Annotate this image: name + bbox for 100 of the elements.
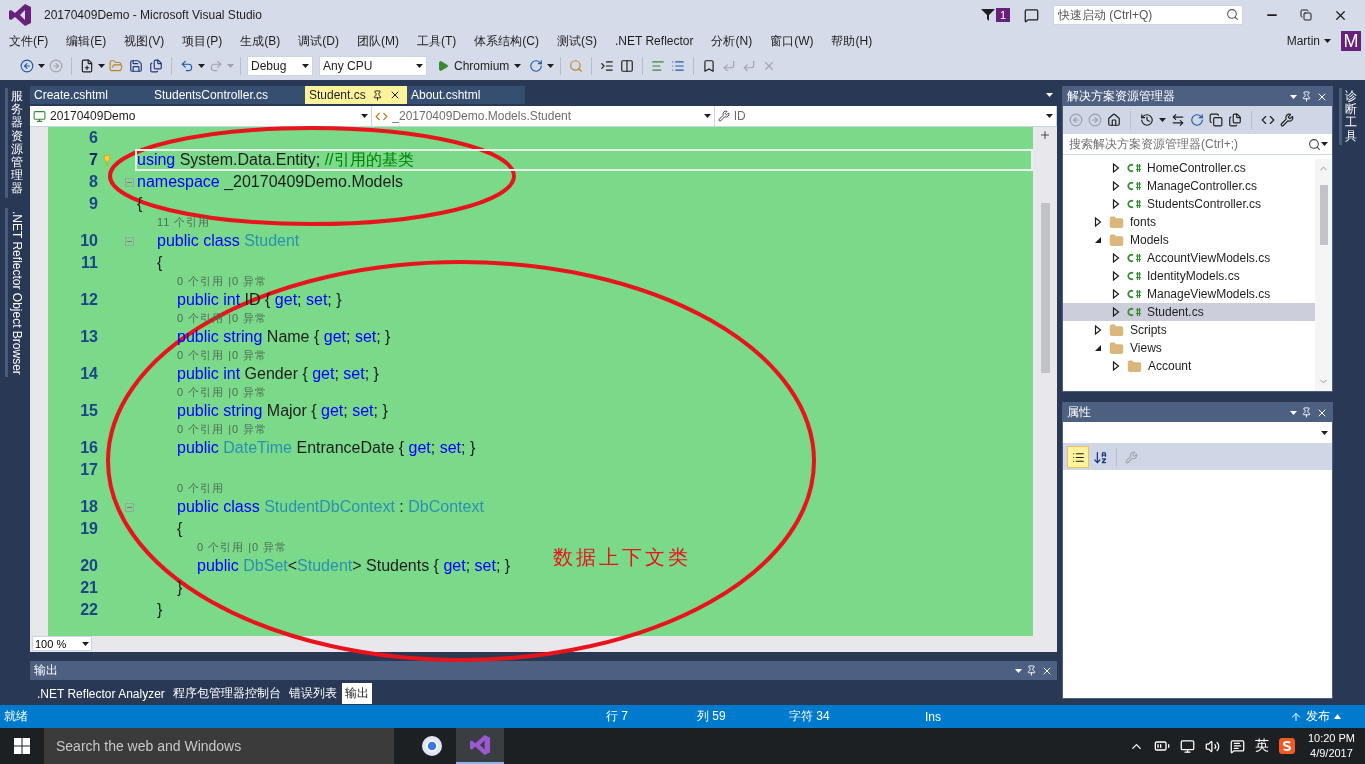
- undo-icon[interactable]: [180, 59, 194, 73]
- reference-count[interactable]: 0 个引用 |0 异常: [177, 348, 268, 363]
- split-icon[interactable]: [1039, 129, 1051, 141]
- menu-item[interactable]: 团队(M): [348, 30, 408, 52]
- reference-count[interactable]: 0 个引用 |0 异常: [177, 385, 268, 400]
- notifications-icon[interactable]: [1229, 738, 1245, 754]
- feedback-icon[interactable]: [1024, 7, 1039, 23]
- caret-icon[interactable]: [38, 64, 45, 68]
- account-menu[interactable]: Martin: [1286, 34, 1331, 48]
- new-file-icon[interactable]: [80, 59, 94, 73]
- caret-icon[interactable]: [1324, 39, 1331, 43]
- zoom-dropdown[interactable]: 100 %: [32, 636, 92, 651]
- project-dropdown[interactable]: 20170409Demo: [30, 106, 373, 126]
- menu-item[interactable]: 窗口(W): [761, 30, 823, 52]
- search-field[interactable]: 搜索解决方案资源管理器(Ctrl+;): [1063, 134, 1332, 155]
- taskbar-search-field[interactable]: Search the web and Windows: [44, 728, 394, 764]
- code-icon[interactable]: [1261, 113, 1275, 127]
- collapsed-arrow-icon[interactable]: [1111, 181, 1121, 191]
- caret-icon[interactable]: [514, 64, 522, 68]
- account-avatar[interactable]: M: [1341, 31, 1361, 51]
- search-icon[interactable]: [1308, 137, 1321, 151]
- notification-badge[interactable]: 1: [995, 8, 1010, 22]
- pin-icon[interactable]: [1301, 91, 1312, 102]
- home-icon[interactable]: [1107, 113, 1121, 127]
- scrollbar-thumb[interactable]: [1319, 185, 1328, 245]
- indent-icon[interactable]: [600, 59, 615, 73]
- quick-launch-field[interactable]: 快速启动 (Ctrl+Q): [1053, 5, 1243, 25]
- collapsed-arrow-icon[interactable]: [1111, 289, 1121, 299]
- side-tab[interactable]: .NET Reflector Object Browser: [4, 207, 26, 378]
- refresh-icon[interactable]: [529, 59, 544, 73]
- panel-tab[interactable]: 输出: [341, 683, 372, 704]
- tree-item[interactable]: Views: [1063, 339, 1315, 357]
- tree-item[interactable]: Student.cs: [1063, 303, 1315, 321]
- play-icon[interactable]: [437, 60, 449, 72]
- tree-item[interactable]: IdentityModels.cs: [1063, 267, 1315, 285]
- type-dropdown[interactable]: _20170409Demo.Models.Student: [372, 106, 715, 126]
- sync-icon[interactable]: [1171, 113, 1185, 127]
- menu-item[interactable]: 分析(N): [702, 30, 762, 52]
- filter-icon[interactable]: [980, 8, 995, 22]
- show-all-files-icon[interactable]: [1228, 113, 1242, 127]
- menu-item[interactable]: 测试(S): [548, 30, 606, 52]
- side-tab[interactable]: 诊断工具: [1339, 88, 1359, 145]
- side-tab[interactable]: 服务器资源管理器: [5, 88, 25, 198]
- input-method-button[interactable]: 英: [1249, 728, 1274, 764]
- battery-icon[interactable]: [1153, 738, 1170, 754]
- save-icon[interactable]: [129, 59, 143, 73]
- expanded-arrow-icon[interactable]: [1093, 343, 1103, 353]
- collapsed-arrow-icon[interactable]: [1093, 325, 1103, 335]
- menu-item[interactable]: 视图(V): [115, 30, 174, 52]
- collapse-icon[interactable]: [125, 236, 134, 246]
- refresh-icon[interactable]: [1190, 113, 1204, 127]
- caret-icon[interactable]: [1290, 94, 1297, 99]
- pin-icon[interactable]: [371, 89, 383, 101]
- collapse-all-icon[interactable]: [1209, 113, 1223, 127]
- expanded-arrow-icon[interactable]: [1093, 235, 1103, 245]
- document-tab[interactable]: Student.cs: [305, 86, 407, 104]
- search-icon[interactable]: [1226, 8, 1239, 21]
- caret-icon[interactable]: [416, 64, 423, 68]
- bookmark-icon[interactable]: [702, 59, 717, 73]
- caret-icon[interactable]: [1159, 118, 1166, 122]
- menu-item[interactable]: 项目(P): [173, 30, 232, 52]
- tree-item[interactable]: ManageController.cs: [1063, 177, 1315, 195]
- caret-icon[interactable]: [1321, 142, 1328, 146]
- caret-icon[interactable]: [302, 64, 309, 68]
- collapsed-arrow-icon[interactable]: [1111, 253, 1121, 263]
- reference-count[interactable]: 0 个引用: [177, 481, 225, 496]
- pin-icon[interactable]: [1026, 665, 1037, 676]
- tree-item[interactable]: fonts: [1063, 213, 1315, 231]
- reference-count[interactable]: 0 个引用 |0 异常: [197, 540, 288, 555]
- collapse-icon[interactable]: [125, 502, 134, 512]
- document-tab[interactable]: About.cshtml: [407, 86, 525, 104]
- collapsed-arrow-icon[interactable]: [1111, 307, 1121, 317]
- reference-count[interactable]: 11 个引用: [157, 215, 211, 230]
- tree-item[interactable]: Account: [1063, 357, 1315, 375]
- volume-icon[interactable]: [1204, 738, 1220, 754]
- menu-item[interactable]: 工具(T): [408, 30, 466, 52]
- run-button[interactable]: Chromium: [433, 59, 526, 73]
- collapsed-arrow-icon[interactable]: [1111, 163, 1121, 173]
- tree-item[interactable]: ManageViewModels.cs: [1063, 285, 1315, 303]
- collapsed-arrow-icon[interactable]: [1111, 271, 1121, 281]
- tree-item[interactable]: StudentsController.cs: [1063, 195, 1315, 213]
- panel-tab[interactable]: 程序包管理器控制台: [169, 683, 284, 704]
- configuration-dropdown[interactable]: Debug: [247, 56, 313, 76]
- menu-item[interactable]: 体系结构(C): [465, 30, 548, 52]
- tree-item[interactable]: HomeController.cs: [1063, 159, 1315, 177]
- caret-icon[interactable]: [547, 64, 555, 68]
- scrollbar-thumb[interactable]: [1040, 203, 1050, 373]
- caret-icon[interactable]: [98, 64, 105, 68]
- code-editor[interactable]: [48, 127, 1033, 636]
- collapsed-arrow-icon[interactable]: [1111, 361, 1121, 371]
- menu-item[interactable]: 文件(F): [0, 30, 58, 52]
- network-icon[interactable]: [1179, 738, 1195, 754]
- caret-icon[interactable]: [1046, 93, 1053, 97]
- tree-item[interactable]: Models: [1063, 231, 1315, 249]
- caret-icon[interactable]: [1046, 114, 1053, 118]
- collapse-icon[interactable]: [125, 177, 134, 187]
- caret-icon[interactable]: [361, 114, 369, 118]
- save-all-icon[interactable]: [149, 59, 163, 73]
- tree-item[interactable]: AccountViewModels.cs: [1063, 249, 1315, 267]
- caret-icon[interactable]: [82, 641, 89, 646]
